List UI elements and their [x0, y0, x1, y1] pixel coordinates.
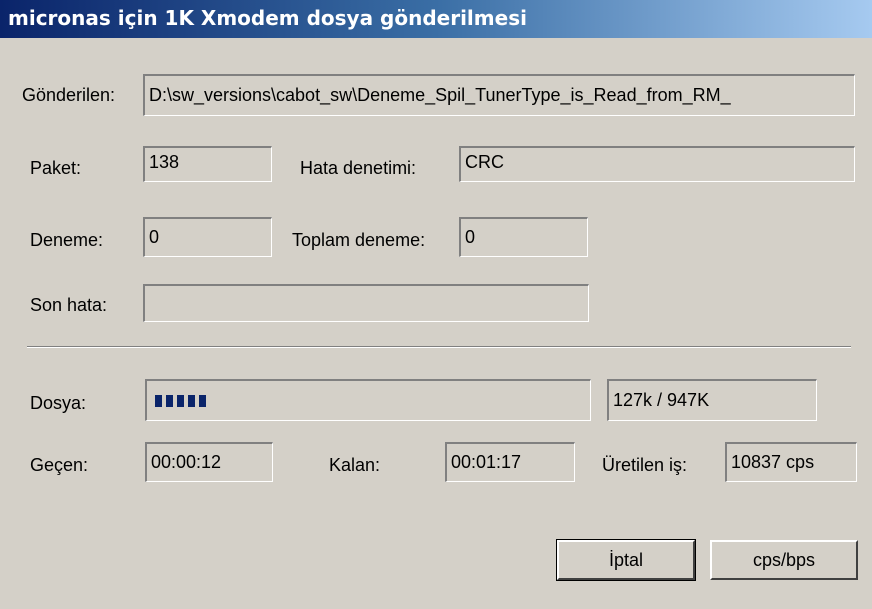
error-check-label: Hata denetimi: [300, 158, 417, 178]
sending-file-field: D:\sw_versions\cabot_sw\Deneme_Spil_Tune… [143, 74, 855, 116]
total-retry-field: 0 [459, 217, 588, 257]
last-error-field [143, 284, 589, 322]
last-error-label: Son hata: [30, 295, 108, 315]
elapsed-label: Geçen: [30, 455, 89, 475]
packet-label: Paket: [30, 158, 82, 178]
remaining-field: 00:01:17 [445, 442, 575, 482]
file-label: Dosya: [30, 393, 87, 413]
window-title: micronas için 1K Xmodem dosya gönderilme… [8, 6, 527, 30]
elapsed-field: 00:00:12 [145, 442, 273, 482]
error-check-field: CRC [459, 146, 855, 182]
progress-fill [155, 395, 206, 407]
file-size-field: 127k / 947K [607, 379, 817, 421]
total-retry-label: Toplam deneme: [292, 230, 426, 250]
retry-field: 0 [143, 217, 272, 257]
cps-bps-button[interactable]: cps/bps [710, 540, 858, 580]
throughput-label: Üretilen iş: [602, 455, 688, 475]
throughput-field: 10837 cps [725, 442, 857, 482]
sending-label: Gönderilen: [22, 85, 116, 105]
remaining-label: Kalan: [329, 455, 381, 475]
packet-field: 138 [143, 146, 272, 182]
title-bar[interactable]: micronas için 1K Xmodem dosya gönderilme… [0, 0, 872, 38]
cancel-button[interactable]: İptal [556, 539, 696, 581]
retry-label: Deneme: [30, 230, 104, 250]
separator [27, 346, 851, 348]
file-progress-bar [145, 379, 591, 421]
